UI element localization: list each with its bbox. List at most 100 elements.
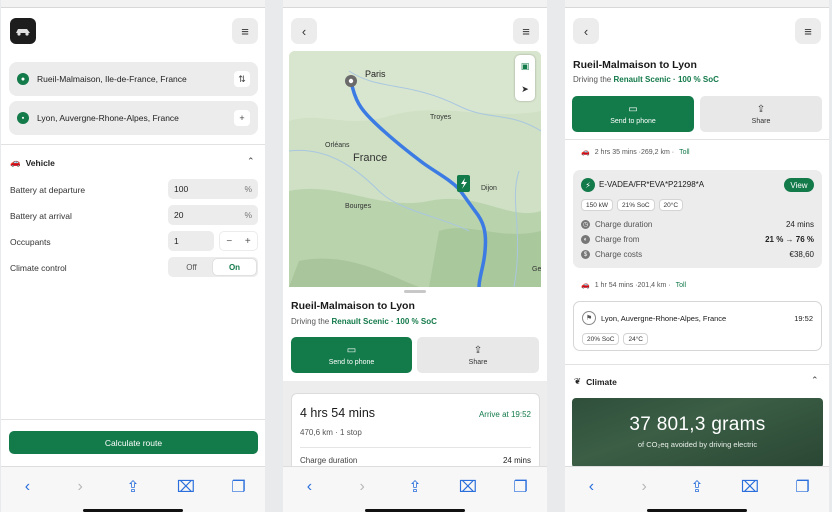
map-label-ge: Ge bbox=[532, 266, 541, 273]
menu-button[interactable]: ≡ bbox=[513, 18, 539, 44]
share-icon: ⇪ bbox=[473, 344, 483, 356]
share-button[interactable]: ⇪ Share bbox=[700, 96, 822, 132]
top-strip bbox=[565, 0, 829, 8]
leg-2-text: 1 hr 54 mins ·201,4 km · bbox=[594, 281, 671, 289]
menu-button[interactable]: ≡ bbox=[232, 18, 258, 44]
minus-button[interactable]: − bbox=[226, 236, 232, 247]
calculate-route-button[interactable]: Calculate route bbox=[9, 431, 258, 454]
top-strip bbox=[1, 0, 265, 8]
send-to-phone-button[interactable]: ▭ Send to phone bbox=[291, 337, 412, 373]
co2-amount: 37 801,3 grams bbox=[629, 414, 766, 435]
map-layers-icon[interactable]: ▣ bbox=[521, 61, 530, 72]
station-name: E-VADEA/FR*EVA*P21298*A bbox=[599, 180, 705, 189]
chevron-up-icon[interactable]: ⌃ bbox=[247, 156, 255, 167]
origin-text: Rueil-Malmaison, Ile-de-France, France bbox=[37, 74, 187, 84]
add-stop-icon[interactable]: + bbox=[234, 110, 250, 126]
destination-flag-icon: ⚑ bbox=[582, 311, 596, 325]
tabs-icon[interactable]: ❐ bbox=[792, 476, 814, 498]
car-icon: 🚗 bbox=[10, 157, 21, 167]
vehicle-link[interactable]: Renault Scenic · 100 % SoC bbox=[613, 75, 718, 84]
climate-toggle[interactable]: Off On bbox=[168, 257, 258, 277]
chevron-up-icon[interactable]: ⌃ bbox=[811, 375, 819, 386]
share-button[interactable]: ⇪ Share bbox=[417, 337, 539, 373]
car-icon: 🚗 bbox=[581, 149, 590, 156]
send-to-phone-label: Send to phone bbox=[328, 358, 375, 366]
leg-2-info: 🚗 1 hr 54 mins ·201,4 km · Toll bbox=[581, 281, 686, 290]
vehicle-section-header[interactable]: 🚗 Vehicle bbox=[10, 157, 55, 168]
arrival-time: Arrive at 19:52 bbox=[478, 410, 531, 419]
browser-toolbar: ‹ › ⇪ ⌧ ❐ bbox=[1, 466, 265, 512]
charge-costs-label: Charge costs bbox=[595, 250, 643, 259]
leg-1-info: 🚗 2 hrs 35 mins ·269,2 km · Toll bbox=[581, 148, 690, 157]
bookmarks-icon[interactable]: ⌧ bbox=[739, 476, 761, 498]
vehicle-link[interactable]: Renault Scenic · 100 % SoC bbox=[331, 317, 436, 326]
trip-duration: 4 hrs 54 mins bbox=[300, 406, 376, 420]
money-icon: $ bbox=[581, 250, 590, 259]
bookmarks-icon[interactable]: ⌧ bbox=[175, 476, 197, 498]
leaf-icon: ❦ bbox=[574, 376, 582, 386]
forward-icon[interactable]: › bbox=[351, 476, 373, 498]
share-icon[interactable]: ⇪ bbox=[686, 476, 708, 498]
battery-departure-value: 100 bbox=[174, 184, 189, 194]
charge-from-label: Charge from bbox=[595, 235, 640, 244]
battery-departure-input[interactable]: 100 % bbox=[168, 179, 258, 199]
bookmarks-icon[interactable]: ⌧ bbox=[457, 476, 479, 498]
locate-icon[interactable]: ➤ bbox=[521, 84, 529, 95]
climate-label: Climate control bbox=[10, 263, 67, 273]
charge-duration-row: ◷ Charge duration 24 mins bbox=[581, 220, 814, 229]
back-icon[interactable]: ‹ bbox=[580, 476, 602, 498]
forward-icon[interactable]: › bbox=[69, 476, 91, 498]
menu-button[interactable]: ≡ bbox=[795, 18, 821, 44]
climate-section-header[interactable]: ❦ Climate bbox=[574, 376, 617, 387]
battery-departure-label: Battery at departure bbox=[10, 185, 86, 195]
send-to-phone-button[interactable]: ▭ Send to phone bbox=[572, 96, 694, 132]
sheet-grabber[interactable] bbox=[404, 290, 426, 293]
route-map[interactable]: Paris Troyes Orléans France Dijon Bourge… bbox=[289, 51, 541, 287]
destination-chips: 20% SoC 24°C bbox=[582, 333, 648, 345]
destination-pin-icon: ▪ bbox=[17, 112, 29, 124]
climate-on-option[interactable]: On bbox=[213, 259, 256, 275]
app-logo[interactable] bbox=[10, 18, 36, 44]
charge-from-row: ◐ Charge from 21 % → 76 % bbox=[581, 235, 814, 244]
leg-1-toll: Toll bbox=[679, 148, 690, 156]
screen-route-map: ‹ ≡ Paris Troyes Orléans France Dijon Bo… bbox=[283, 0, 547, 512]
share-icon[interactable]: ⇪ bbox=[122, 476, 144, 498]
divider bbox=[300, 447, 531, 448]
back-icon[interactable]: ‹ bbox=[298, 476, 320, 498]
swap-icon[interactable]: ⇅ bbox=[234, 71, 250, 87]
trip-subtitle-prefix: Driving the bbox=[573, 75, 612, 84]
back-button[interactable]: ‹ bbox=[573, 18, 599, 44]
back-button[interactable]: ‹ bbox=[291, 18, 317, 44]
chevron-left-icon: ‹ bbox=[583, 23, 589, 39]
occupants-input[interactable]: 1 bbox=[168, 231, 214, 251]
charger-icon: ⚡ bbox=[581, 178, 595, 192]
map-label-troyes: Troyes bbox=[430, 114, 452, 121]
destination-card[interactable]: ⚑ Lyon, Auvergne-Rhone-Alpes, France 19:… bbox=[573, 301, 822, 351]
divider bbox=[1, 419, 265, 420]
climate-off-option[interactable]: Off bbox=[170, 259, 213, 275]
occupants-value: 1 bbox=[174, 236, 179, 246]
arrival-temperature-chip: 24°C bbox=[623, 333, 648, 345]
trip-distance-stops: 470,6 km · 1 stop bbox=[300, 428, 362, 437]
destination-text: Lyon, Auvergne-Rhone-Alpes, France bbox=[37, 113, 179, 123]
divider bbox=[565, 139, 829, 140]
percent-unit: % bbox=[244, 210, 252, 220]
share-icon[interactable]: ⇪ bbox=[404, 476, 426, 498]
charging-stop-card[interactable]: ⚡ E-VADEA/FR*EVA*P21298*A View 150 kW 21… bbox=[573, 170, 822, 268]
phone-icon: ▭ bbox=[346, 344, 357, 356]
plus-button[interactable]: + bbox=[245, 236, 251, 247]
occupants-stepper[interactable]: − + bbox=[219, 231, 258, 251]
tabs-icon[interactable]: ❐ bbox=[228, 476, 250, 498]
tabs-icon[interactable]: ❐ bbox=[510, 476, 532, 498]
share-label: Share bbox=[468, 358, 488, 366]
hamburger-icon: ≡ bbox=[522, 23, 530, 39]
forward-icon[interactable]: › bbox=[633, 476, 655, 498]
origin-field[interactable]: ● Rueil-Malmaison, Ile-de-France, France… bbox=[9, 62, 258, 96]
share-icon: ⇪ bbox=[756, 103, 766, 115]
back-icon[interactable]: ‹ bbox=[16, 476, 38, 498]
destination-field[interactable]: ▪ Lyon, Auvergne-Rhone-Alpes, France + bbox=[9, 101, 258, 135]
battery-arrival-input[interactable]: 20 % bbox=[168, 205, 258, 225]
co2-caption: of CO₂eq avoided by driving electric bbox=[637, 440, 758, 449]
screen-route-planner: ≡ ● Rueil-Malmaison, Ile-de-France, Fran… bbox=[1, 0, 265, 512]
view-station-button[interactable]: View bbox=[784, 178, 814, 192]
